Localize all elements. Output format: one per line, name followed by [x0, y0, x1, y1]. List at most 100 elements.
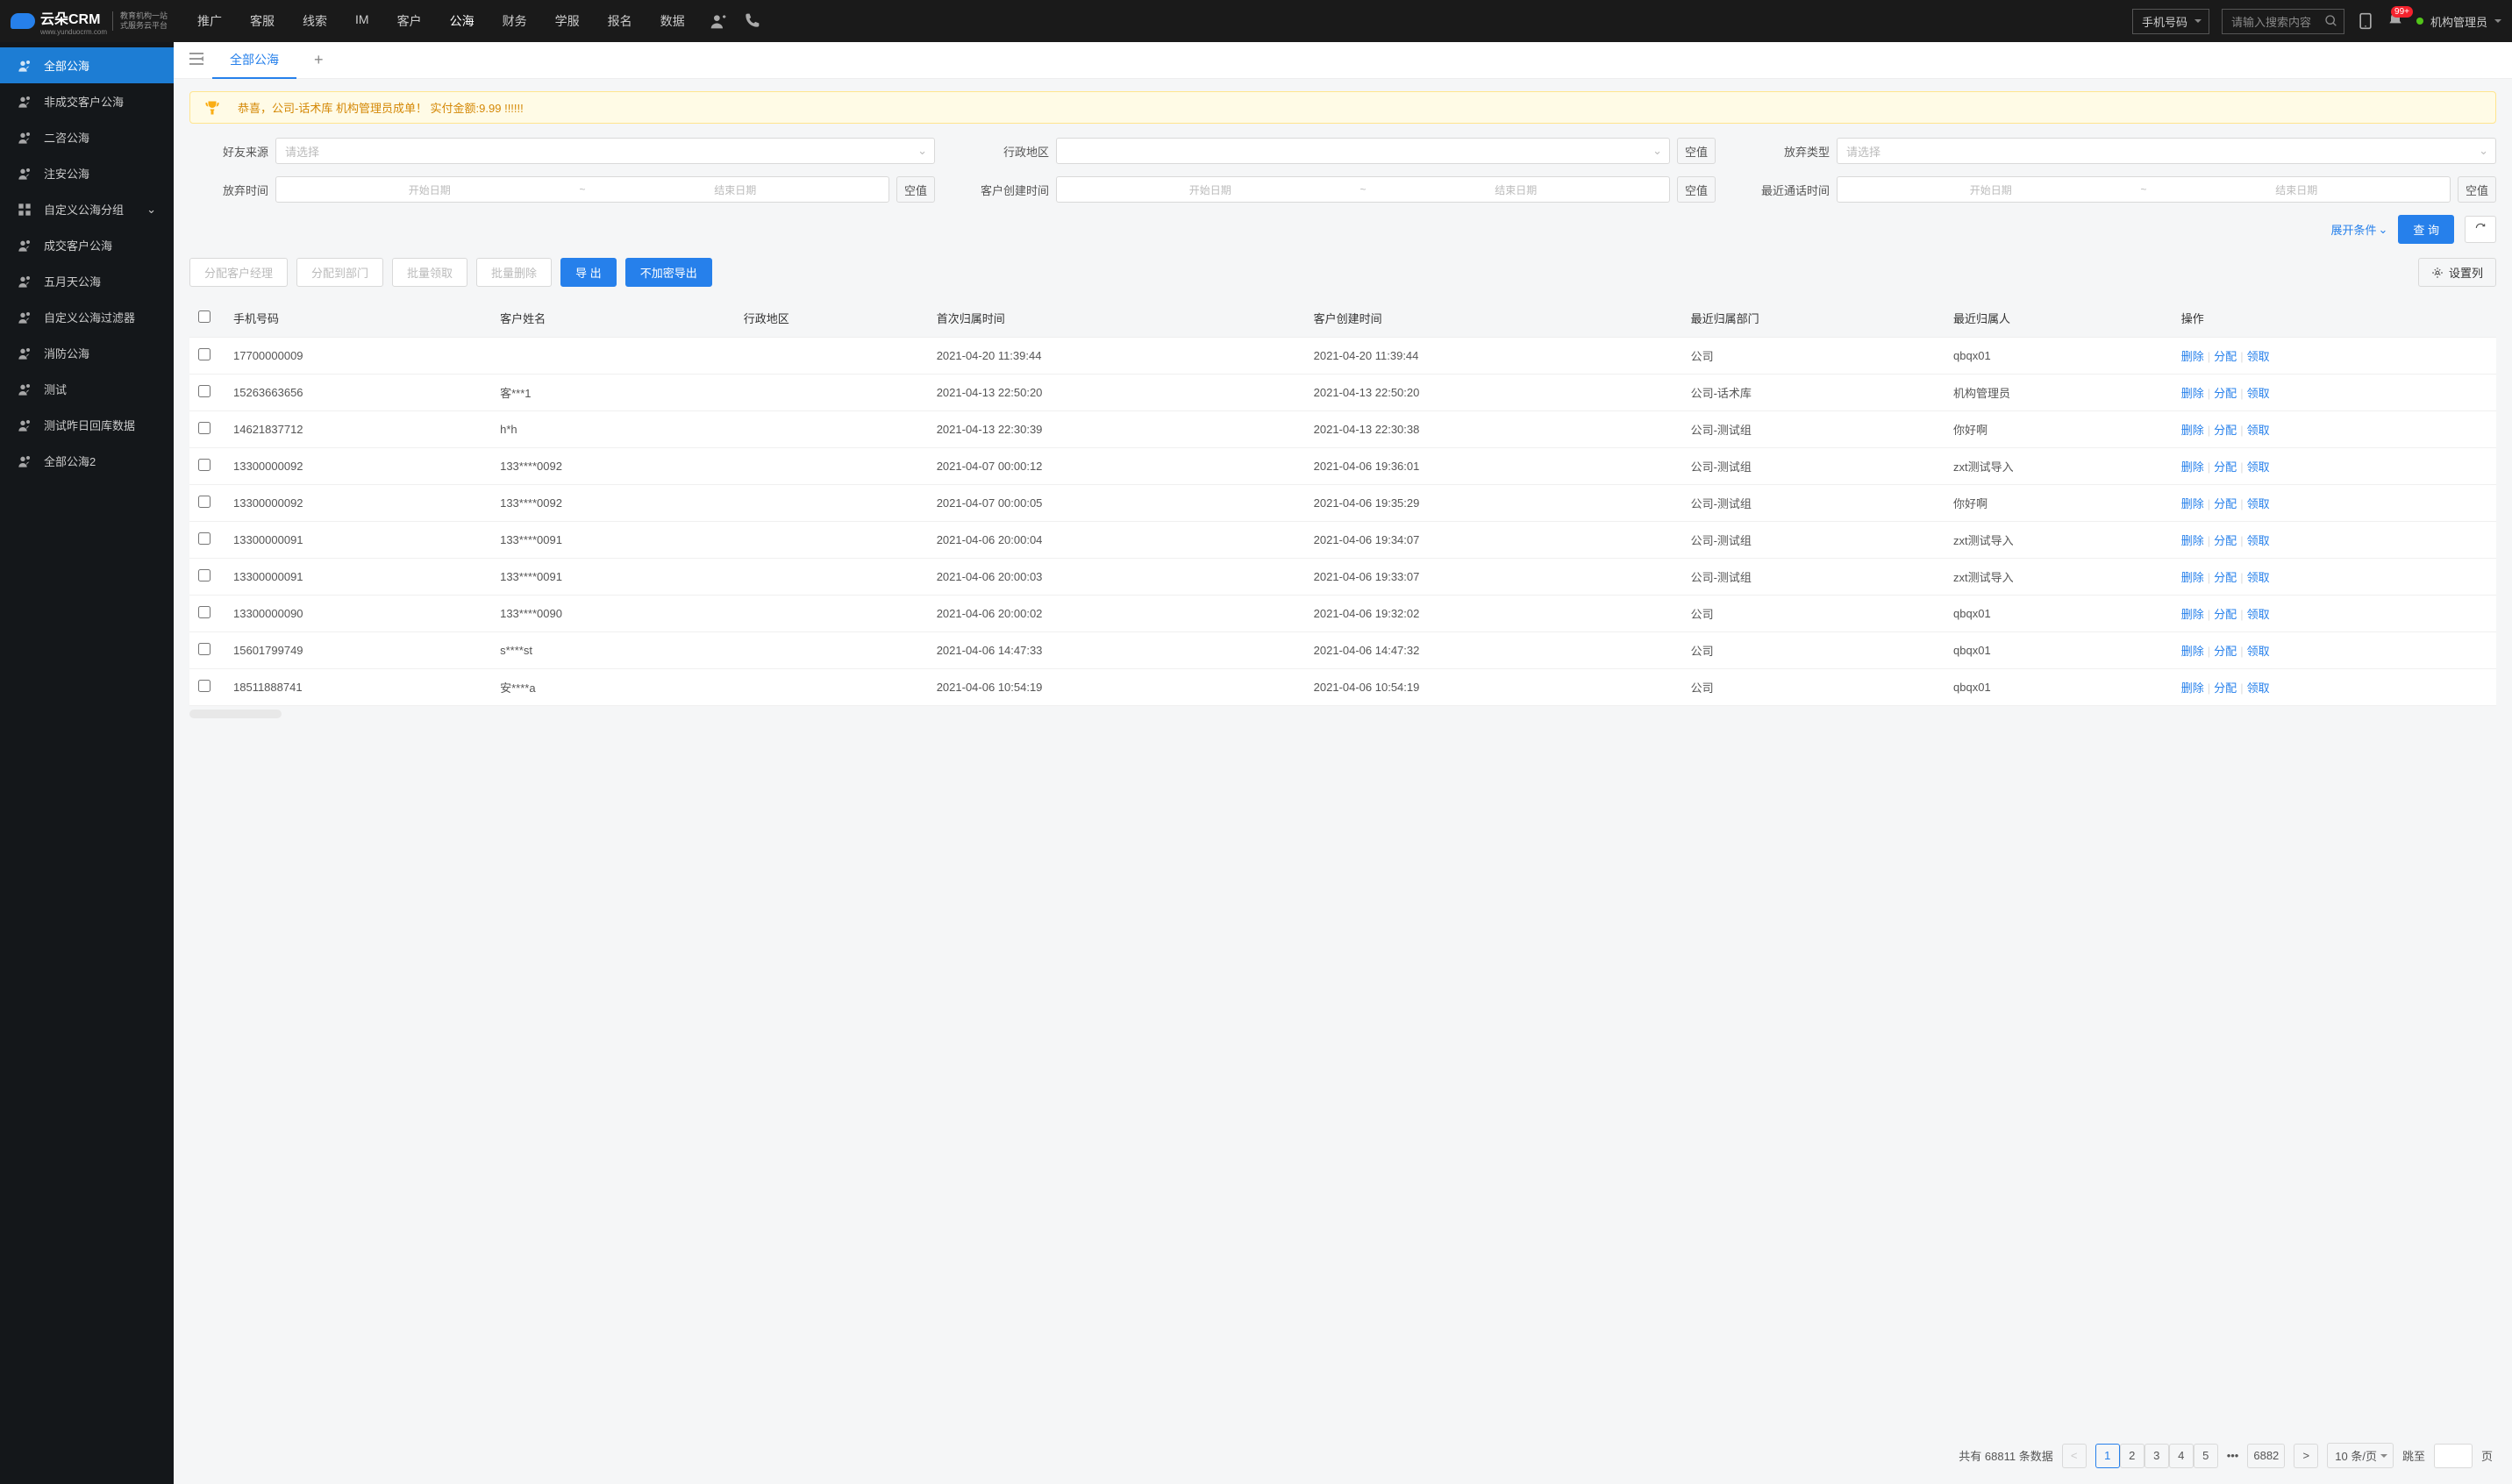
row-checkbox[interactable] [198, 532, 211, 545]
user-menu[interactable]: 机构管理员 [2416, 13, 2501, 30]
horizontal-scrollbar[interactable] [189, 710, 282, 718]
op-assign[interactable]: 分配 [2214, 645, 2237, 658]
nav-item-5[interactable]: 公海 [438, 2, 487, 40]
op-assign[interactable]: 分配 [2214, 571, 2237, 584]
assign-manager-button[interactable]: 分配客户经理 [189, 258, 288, 287]
sidebar-item-11[interactable]: 全部公海2 [0, 443, 174, 479]
pager-prev[interactable]: < [2062, 1444, 2087, 1468]
nav-item-2[interactable]: 线索 [290, 2, 339, 40]
tab-add-button[interactable]: + [296, 42, 341, 78]
filter-region-select[interactable]: ⌄ [1056, 138, 1670, 164]
page-size-select[interactable]: 10 条/页 [2327, 1443, 2394, 1468]
filter-call-time-range[interactable]: 开始日期~结束日期 [1837, 176, 2451, 203]
op-get[interactable]: 领取 [2247, 497, 2270, 510]
nav-item-9[interactable]: 数据 [648, 2, 697, 40]
op-get[interactable]: 领取 [2247, 387, 2270, 400]
sidebar-item-8[interactable]: 消防公海 [0, 335, 174, 371]
op-assign[interactable]: 分配 [2214, 424, 2237, 437]
export-button[interactable]: 导 出 [560, 258, 617, 287]
nav-item-0[interactable]: 推广 [185, 2, 234, 40]
filter-abandon-time-range[interactable]: 开始日期~结束日期 [275, 176, 889, 203]
op-get[interactable]: 领取 [2247, 534, 2270, 547]
set-columns-button[interactable]: 设置列 [2418, 258, 2496, 287]
op-delete[interactable]: 删除 [2181, 645, 2204, 658]
pager-page[interactable]: 4 [2169, 1444, 2194, 1468]
null-button[interactable]: 空值 [896, 176, 935, 203]
row-checkbox[interactable] [198, 459, 211, 471]
row-checkbox[interactable] [198, 422, 211, 434]
op-get[interactable]: 领取 [2247, 681, 2270, 695]
op-delete[interactable]: 删除 [2181, 387, 2204, 400]
assign-dept-button[interactable]: 分配到部门 [296, 258, 383, 287]
nav-item-1[interactable]: 客服 [238, 2, 287, 40]
sidebar-item-3[interactable]: 注安公海 [0, 155, 174, 191]
op-delete[interactable]: 删除 [2181, 460, 2204, 474]
pager-last[interactable]: 6882 [2247, 1444, 2285, 1468]
logo[interactable]: 云朵CRM www.yunduocrm.com 教育机构一站式服务云平台 [11, 7, 168, 36]
pager-page[interactable]: 5 [2194, 1444, 2218, 1468]
row-checkbox[interactable] [198, 606, 211, 618]
notification-bell[interactable]: 99+ [2387, 11, 2404, 32]
filter-source-select[interactable]: 请选择⌄ [275, 138, 935, 164]
bulk-get-button[interactable]: 批量领取 [392, 258, 467, 287]
pager-page[interactable]: 1 [2095, 1444, 2120, 1468]
null-button[interactable]: 空值 [1677, 176, 1716, 203]
row-checkbox[interactable] [198, 385, 211, 397]
row-checkbox[interactable] [198, 643, 211, 655]
pager-page[interactable]: 2 [2120, 1444, 2144, 1468]
jump-page-input[interactable] [2434, 1444, 2473, 1468]
user-add-icon[interactable] [710, 12, 727, 30]
sidebar-item-6[interactable]: 五月天公海 [0, 263, 174, 299]
sidebar-item-0[interactable]: 全部公海 [0, 47, 174, 83]
op-get[interactable]: 领取 [2247, 571, 2270, 584]
op-assign[interactable]: 分配 [2214, 681, 2237, 695]
op-assign[interactable]: 分配 [2214, 497, 2237, 510]
sidebar-item-2[interactable]: 二咨公海 [0, 119, 174, 155]
search-input[interactable]: 请输入搜索内容 [2222, 9, 2344, 34]
op-assign[interactable]: 分配 [2214, 460, 2237, 474]
nav-item-3[interactable]: IM [343, 2, 382, 40]
op-assign[interactable]: 分配 [2214, 608, 2237, 621]
refresh-button[interactable] [2465, 216, 2496, 243]
null-button[interactable]: 空值 [2458, 176, 2496, 203]
nav-item-4[interactable]: 客户 [385, 2, 434, 40]
pager-next[interactable]: > [2294, 1444, 2318, 1468]
op-delete[interactable]: 删除 [2181, 681, 2204, 695]
op-get[interactable]: 领取 [2247, 608, 2270, 621]
query-button[interactable]: 查 询 [2398, 215, 2454, 244]
sidebar-item-5[interactable]: 成交客户公海 [0, 227, 174, 263]
sidebar-item-4[interactable]: 自定义公海分组⌄ [0, 191, 174, 227]
op-get[interactable]: 领取 [2247, 424, 2270, 437]
phone-icon[interactable] [743, 12, 760, 30]
op-assign[interactable]: 分配 [2214, 387, 2237, 400]
op-get[interactable]: 领取 [2247, 460, 2270, 474]
sidebar-item-9[interactable]: 测试 [0, 371, 174, 407]
filter-abandon-type-select[interactable]: 请选择⌄ [1837, 138, 2496, 164]
row-checkbox[interactable] [198, 569, 211, 581]
op-get[interactable]: 领取 [2247, 350, 2270, 363]
null-button[interactable]: 空值 [1677, 138, 1716, 164]
nav-item-6[interactable]: 财务 [490, 2, 539, 40]
select-all-checkbox[interactable] [198, 310, 211, 323]
tabs-collapse-icon[interactable] [181, 47, 212, 73]
op-delete[interactable]: 删除 [2181, 424, 2204, 437]
row-checkbox[interactable] [198, 496, 211, 508]
row-checkbox[interactable] [198, 680, 211, 692]
export-plain-button[interactable]: 不加密导出 [625, 258, 712, 287]
op-assign[interactable]: 分配 [2214, 534, 2237, 547]
op-assign[interactable]: 分配 [2214, 350, 2237, 363]
sidebar-item-10[interactable]: 测试昨日回库数据 [0, 407, 174, 443]
sidebar-item-7[interactable]: 自定义公海过滤器 [0, 299, 174, 335]
row-checkbox[interactable] [198, 348, 211, 360]
expand-filters-link[interactable]: 展开条件 ⌄ [2330, 221, 2387, 238]
search-type-select[interactable]: 手机号码 [2132, 9, 2209, 34]
op-delete[interactable]: 删除 [2181, 608, 2204, 621]
op-delete[interactable]: 删除 [2181, 571, 2204, 584]
tablet-icon[interactable] [2357, 12, 2374, 30]
nav-item-7[interactable]: 学服 [543, 2, 592, 40]
op-delete[interactable]: 删除 [2181, 350, 2204, 363]
bulk-delete-button[interactable]: 批量删除 [476, 258, 552, 287]
op-get[interactable]: 领取 [2247, 645, 2270, 658]
nav-item-8[interactable]: 报名 [596, 2, 645, 40]
op-delete[interactable]: 删除 [2181, 534, 2204, 547]
